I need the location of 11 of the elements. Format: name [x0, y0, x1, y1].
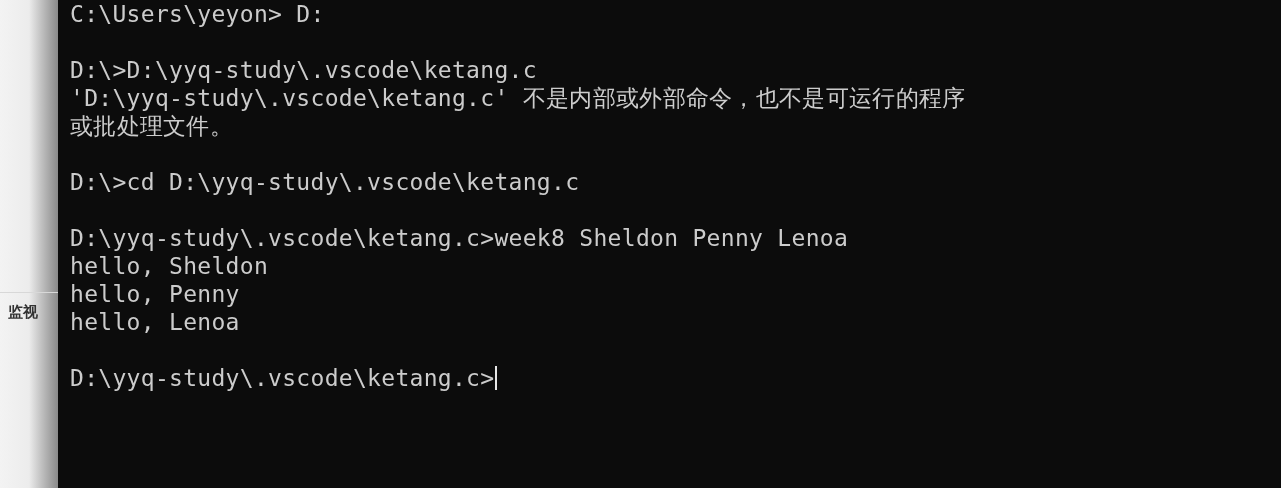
terminal-line: hello, Penny: [70, 280, 240, 308]
terminal-line: D:\>cd D:\yyq-study\.vscode\ketang.c: [70, 168, 580, 196]
terminal-line: C:\Users\yeyon> D:: [70, 0, 325, 28]
terminal-line: D:\yyq-study\.vscode\ketang.c>: [70, 364, 495, 392]
terminal-line: 或批处理文件。: [70, 112, 234, 140]
side-panel-label: 监视: [8, 303, 38, 321]
terminal-line: D:\>D:\yyq-study\.vscode\ketang.c: [70, 56, 537, 84]
terminal-line: D:\yyq-study\.vscode\ketang.c>week8 Sheldon Penny Lenoa: [70, 224, 849, 252]
terminal-line: 'D:\yyq-study\.vscode\ketang.c' 不是内部或外部命令，也不是可运行的程序: [70, 84, 966, 112]
terminal-line: hello, Lenoa: [70, 308, 240, 336]
terminal-line: hello, Sheldon: [70, 252, 269, 280]
